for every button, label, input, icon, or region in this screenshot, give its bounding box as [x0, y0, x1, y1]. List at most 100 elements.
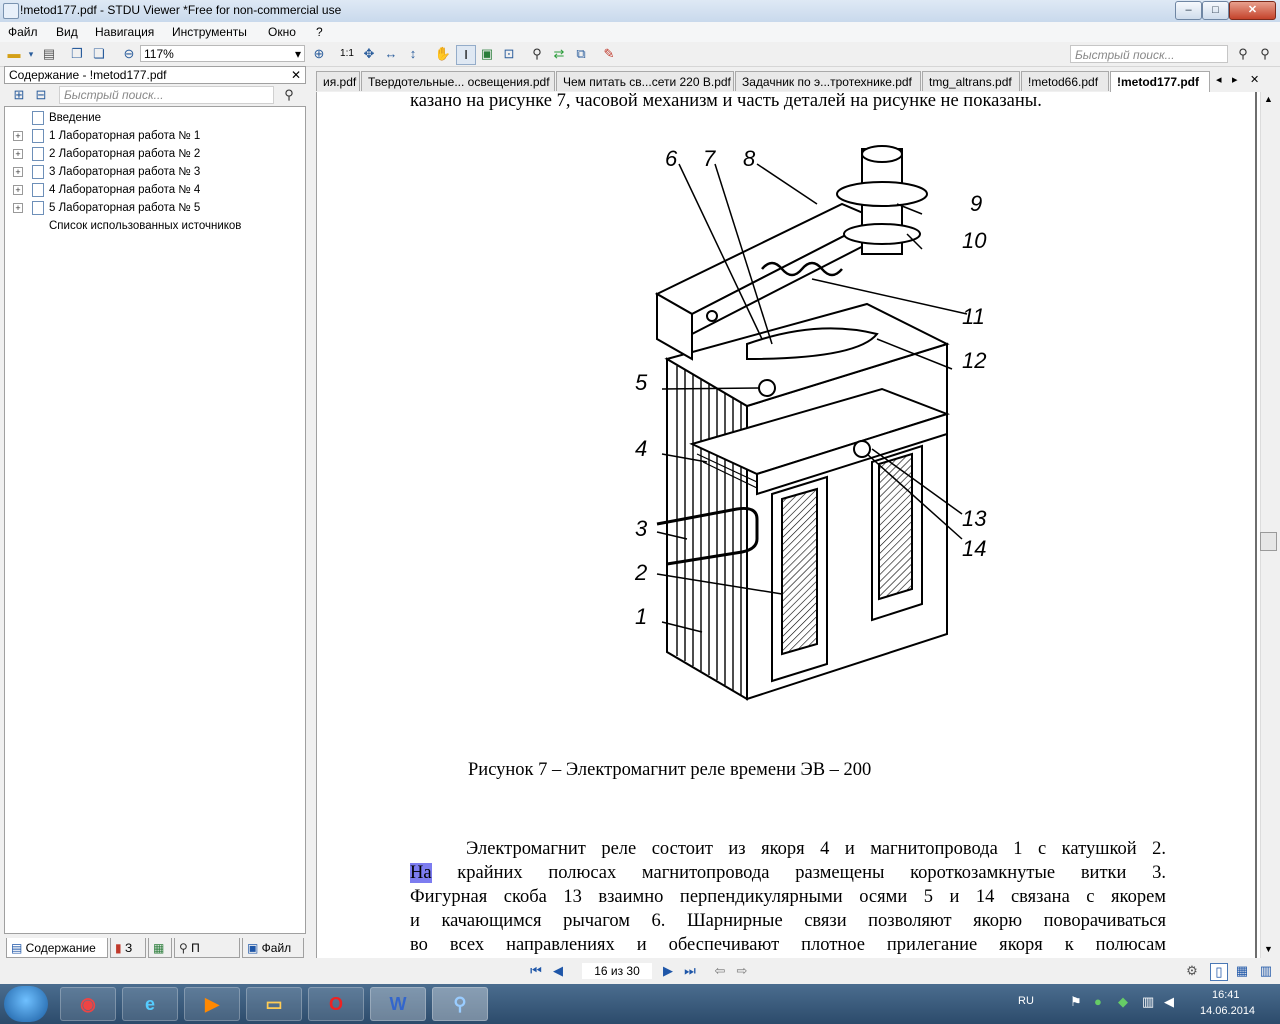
- last-page-icon[interactable]: ⏭: [682, 963, 698, 979]
- menu-help[interactable]: ?: [316, 25, 323, 39]
- doc-tab-5[interactable]: tmg_altrans.pdf: [922, 71, 1020, 91]
- fit-height-icon[interactable]: ↕: [404, 45, 422, 63]
- tree-item-lab3[interactable]: + 3 Лабораторная работа № 3: [5, 163, 303, 181]
- opera-icon[interactable]: O: [308, 987, 364, 1021]
- menu-view[interactable]: Вид: [56, 25, 78, 39]
- internet-explorer-icon[interactable]: e: [122, 987, 178, 1021]
- language-indicator[interactable]: RU: [1018, 995, 1034, 1007]
- scroll-up-icon[interactable]: ▲: [1264, 94, 1273, 104]
- paragraph-line-text: Электромагнит реле состоит из якоря 4 и …: [466, 839, 1166, 859]
- tab-thumbnails[interactable]: ▦: [148, 938, 172, 958]
- sidebar-search-icon[interactable]: ⚲: [280, 86, 298, 104]
- scroll-down-icon[interactable]: ▼: [1264, 944, 1273, 954]
- stdu-viewer-icon[interactable]: ⚲: [432, 987, 488, 1021]
- file-explorer-icon[interactable]: ▭: [246, 987, 302, 1021]
- doc-tab-1[interactable]: ия.pdf: [316, 71, 360, 91]
- expand-icon[interactable]: +: [13, 167, 23, 177]
- tree-item-lab4[interactable]: + 4 Лабораторная работа № 4: [5, 181, 303, 199]
- two-page-view-icon[interactable]: ▥: [1258, 963, 1274, 979]
- clock-time[interactable]: 16:41: [1212, 989, 1240, 1001]
- doc-tab-6[interactable]: !metod66.pdf: [1021, 71, 1109, 91]
- tab-bookmarks[interactable]: ▮ З: [110, 938, 146, 958]
- sync-icon[interactable]: ⇄: [550, 45, 568, 63]
- antivirus-icon[interactable]: ◆: [1118, 994, 1128, 1010]
- tree-item-lab5[interactable]: + 5 Лабораторная работа № 5: [5, 199, 303, 217]
- expand-icon[interactable]: +: [13, 149, 23, 159]
- document-view[interactable]: казано на рисунке 7, часовой механизм и …: [316, 92, 1261, 958]
- hand-tool-icon[interactable]: ✋: [434, 45, 452, 63]
- highlighter-icon[interactable]: ✎: [600, 45, 618, 63]
- doc-tab-3[interactable]: Чем питать св...сети 220 В.pdf: [556, 71, 734, 91]
- doc-tab-7[interactable]: !metod177.pdf: [1110, 71, 1210, 93]
- tree-item-references[interactable]: Список использованных источников: [5, 217, 303, 235]
- quick-search-input[interactable]: Быстрый поиск...: [1070, 45, 1228, 63]
- menu-file[interactable]: Файл: [8, 25, 38, 39]
- torrent-icon[interactable]: ●: [1094, 994, 1102, 1009]
- snapshot-icon[interactable]: ⊡: [500, 45, 518, 63]
- actual-size-button[interactable]: 1:1: [338, 45, 356, 63]
- clock-date[interactable]: 14.06.2014: [1200, 1005, 1255, 1017]
- forward-icon[interactable]: ⇨: [734, 963, 750, 979]
- chrome-icon[interactable]: ◉: [60, 987, 116, 1021]
- tab-file[interactable]: ▣ Файл: [242, 938, 304, 958]
- zoom-out-icon[interactable]: ⊖: [120, 45, 138, 63]
- volume-icon[interactable]: ◀: [1164, 994, 1174, 1010]
- close-button[interactable]: ✕: [1229, 1, 1276, 20]
- copy-icon[interactable]: ⧉: [572, 45, 590, 63]
- scrollbar-thumb[interactable]: [1260, 532, 1277, 551]
- tab-next-icon[interactable]: ▸: [1232, 73, 1238, 86]
- collapse-all-icon[interactable]: ⊟: [32, 86, 50, 104]
- zoom-in-icon[interactable]: ⊕: [310, 45, 328, 63]
- tab-close-icon[interactable]: ✕: [1250, 73, 1259, 86]
- settings-icon[interactable]: ⚙: [1184, 963, 1200, 979]
- doc-tab-2[interactable]: Твердотельные... освещения.pdf: [361, 71, 555, 91]
- sidebar-tabs: ▤ Содержание ▮ З ▦ ⚲ П ▣ Файл: [4, 938, 306, 960]
- fit-page-icon[interactable]: ✥: [360, 45, 378, 63]
- first-page-icon[interactable]: ⏮: [528, 963, 544, 979]
- single-page-icon[interactable]: ❐: [68, 45, 86, 63]
- image-select-icon[interactable]: ▣: [478, 45, 496, 63]
- expand-icon[interactable]: +: [13, 203, 23, 213]
- expand-all-icon[interactable]: ⊞: [10, 86, 28, 104]
- start-button[interactable]: [4, 986, 48, 1022]
- zoom-dropdown-icon[interactable]: ▾: [295, 46, 301, 63]
- word-icon[interactable]: W: [370, 987, 426, 1021]
- sidebar-close-icon[interactable]: ✕: [291, 67, 301, 83]
- menu-tools[interactable]: Инструменты: [172, 25, 247, 39]
- tree-item-lab1[interactable]: + 1 Лабораторная работа № 1: [5, 127, 303, 145]
- tab-prev-icon[interactable]: ◂: [1216, 73, 1222, 86]
- continuous-view-icon[interactable]: ▦: [1234, 963, 1250, 979]
- maximize-button[interactable]: □: [1202, 1, 1229, 20]
- open-dropdown-icon[interactable]: ▾: [22, 45, 40, 63]
- doc-tab-4[interactable]: Задачник по э...тротехнике.pdf: [735, 71, 921, 91]
- single-page-view-icon[interactable]: ▯: [1210, 963, 1228, 981]
- expand-icon[interactable]: +: [13, 131, 23, 141]
- open-folder-icon[interactable]: ▬: [5, 45, 23, 63]
- search-icon[interactable]: ⚲: [1234, 45, 1252, 63]
- figure-label-12: 12: [962, 348, 986, 373]
- menu-navigation[interactable]: Навигация: [95, 25, 154, 39]
- sidebar-search-input[interactable]: Быстрый поиск...: [59, 86, 274, 104]
- search-options-icon[interactable]: ⚲: [1256, 45, 1274, 63]
- text-select-icon[interactable]: I: [456, 45, 476, 65]
- vertical-scrollbar[interactable]: ▲ ▼: [1260, 92, 1278, 958]
- network-icon[interactable]: ▥: [1142, 994, 1154, 1010]
- tree-item-intro[interactable]: Введение: [5, 109, 303, 127]
- expand-icon[interactable]: +: [13, 185, 23, 195]
- next-page-icon[interactable]: ▶: [660, 963, 676, 979]
- prev-page-icon[interactable]: ◀: [550, 963, 566, 979]
- menu-window[interactable]: Окно: [268, 25, 296, 39]
- tab-search[interactable]: ⚲ П: [174, 938, 240, 958]
- print-icon[interactable]: ▤: [40, 45, 58, 63]
- zoom-select[interactable]: 117% ▾: [140, 45, 305, 62]
- fit-width-icon[interactable]: ↔: [382, 45, 400, 63]
- flag-icon[interactable]: ⚑: [1070, 994, 1082, 1010]
- back-icon[interactable]: ⇦: [712, 963, 728, 979]
- media-player-icon[interactable]: ▶: [184, 987, 240, 1021]
- two-page-icon[interactable]: ❏: [90, 45, 108, 63]
- tree-item-lab2[interactable]: + 2 Лабораторная работа № 2: [5, 145, 303, 163]
- page-indicator[interactable]: 16 из 30: [582, 963, 652, 979]
- tab-contents[interactable]: ▤ Содержание: [6, 938, 108, 958]
- find-icon[interactable]: ⚲: [528, 45, 546, 63]
- minimize-button[interactable]: –: [1175, 1, 1202, 20]
